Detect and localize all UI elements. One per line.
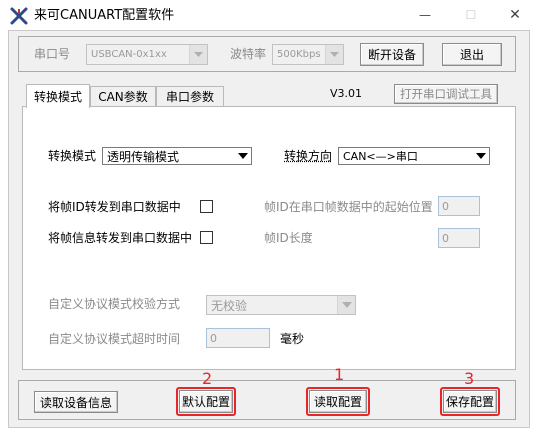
chevron-down-icon [189, 45, 207, 64]
maximize-button: ☐ [448, 0, 494, 30]
forward-frame-id-label: 将帧ID转发到串口数据中 [48, 200, 181, 214]
default-config-button[interactable]: 默认配置 [179, 390, 233, 413]
conversion-mode-select[interactable]: 透明传输模式 [102, 147, 252, 165]
read-device-info-button[interactable]: 读取设备信息 [34, 391, 118, 413]
read-config-button[interactable]: 读取配置 [309, 390, 367, 413]
frame-id-start-position-label: 帧ID在串口帧数据中的起始位置 [264, 200, 433, 214]
annotation-marker-2: 2 [202, 369, 213, 388]
baud-rate-label: 波特率 [230, 47, 267, 61]
annotation-marker-3: 3 [464, 369, 475, 388]
custom-timeout-unit: 毫秒 [280, 332, 305, 346]
custom-timeout-input[interactable]: 0 [206, 328, 270, 348]
version-label: V3.01 [330, 87, 363, 100]
disconnect-button[interactable]: 断开设备 [360, 43, 424, 66]
open-serial-debug-tool-button[interactable]: 打开串口调试工具 [394, 84, 498, 104]
tab-serial-params[interactable]: 串口参数 [156, 86, 224, 106]
forward-frame-id-checkbox[interactable] [200, 200, 213, 213]
title-bar: 来可CANUART配置软件 — ☐ ✕ [0, 0, 538, 30]
serial-port-select[interactable]: USBCAN-0x1xx [86, 44, 208, 65]
annotation-marker-1: 1 [334, 365, 345, 384]
exit-button[interactable]: 退出 [442, 43, 502, 66]
window-title: 来可CANUART配置软件 [34, 8, 175, 23]
conversion-direction-select[interactable]: CAN<—>串口 [338, 147, 490, 165]
forward-frame-info-label: 将帧信息转发到串口数据中 [48, 231, 193, 245]
frame-id-length-input[interactable]: 0 [438, 228, 480, 248]
minimize-icon: — [419, 8, 431, 22]
serial-port-label: 串口号 [34, 47, 71, 61]
minimize-button[interactable]: — [402, 0, 448, 30]
forward-frame-info-checkbox[interactable] [200, 231, 213, 244]
baud-rate-select[interactable]: 500Kbps [272, 44, 344, 65]
conversion-mode-label: 转换模式 [48, 149, 97, 163]
conversion-direction-label: 转换方向 [284, 149, 333, 163]
app-logo-icon [10, 7, 28, 25]
maximize-icon: ☐ [465, 8, 477, 22]
chevron-down-icon [472, 148, 489, 164]
close-button[interactable]: ✕ [492, 0, 538, 30]
chevron-down-icon [337, 296, 355, 314]
save-config-button[interactable]: 保存配置 [443, 390, 497, 413]
tab-can-params[interactable]: CAN参数 [90, 86, 156, 106]
chevron-down-icon [234, 148, 251, 164]
frame-id-start-position-input[interactable]: 0 [438, 196, 480, 216]
custom-checksum-select[interactable]: 无校验 [206, 295, 356, 315]
close-icon: ✕ [509, 7, 521, 23]
tab-conversion-mode[interactable]: 转换模式 [26, 84, 90, 108]
custom-timeout-label: 自定义协议模式超时时间 [48, 332, 181, 346]
custom-checksum-label: 自定义协议模式校验方式 [48, 297, 181, 311]
frame-id-length-label: 帧ID长度 [264, 231, 313, 245]
chevron-down-icon [325, 45, 343, 64]
